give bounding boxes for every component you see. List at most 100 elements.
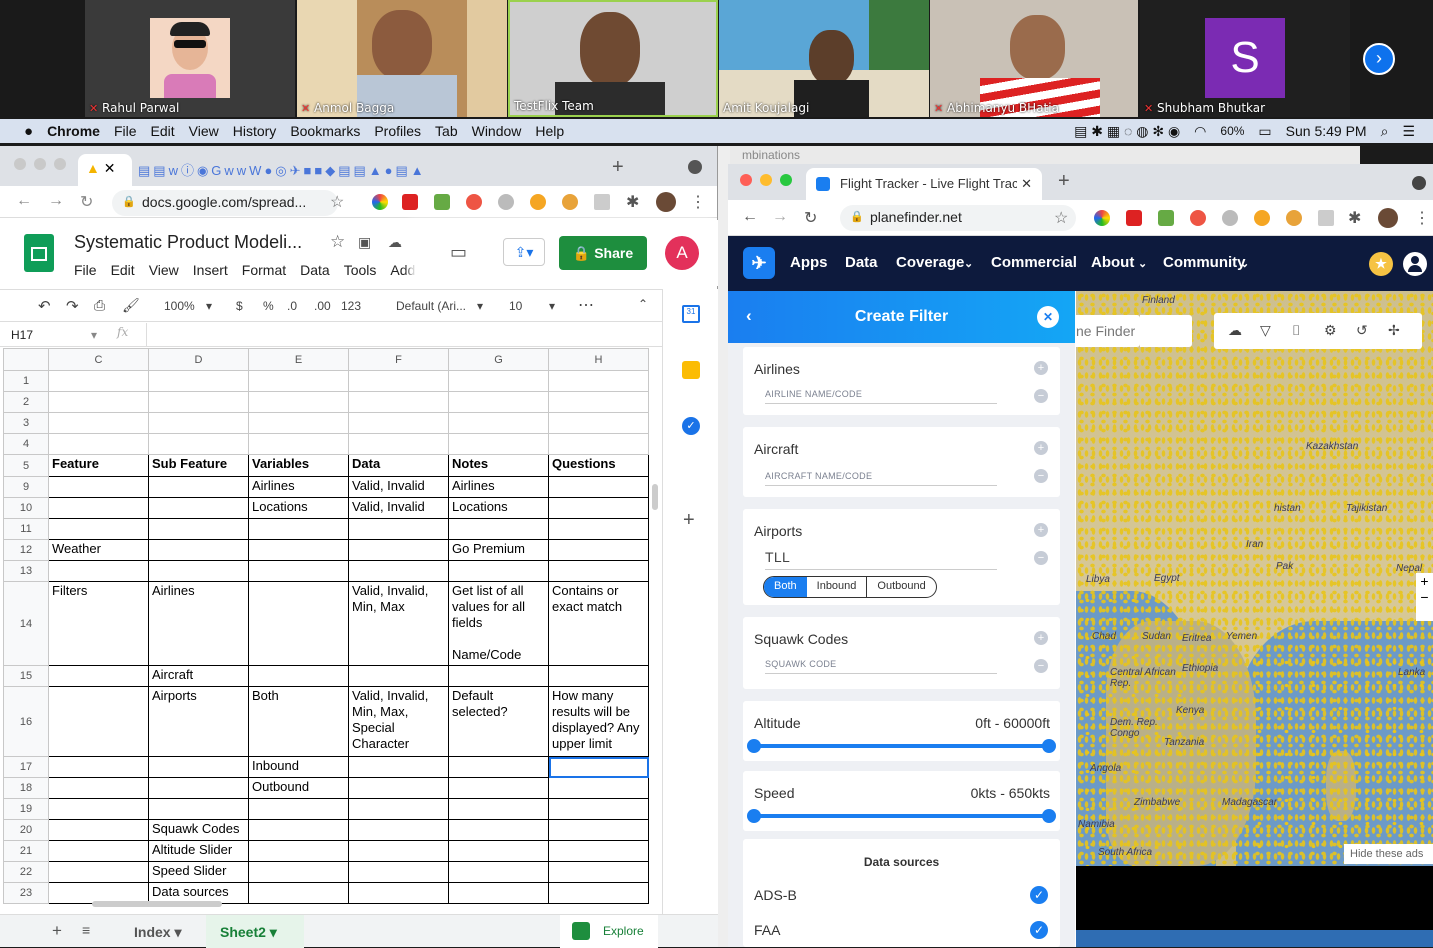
zoom-window-button[interactable] <box>54 158 66 170</box>
bookmark-star-icon[interactable]: ☆ <box>330 192 344 212</box>
grid-cell[interactable] <box>448 391 549 413</box>
participant-tile[interactable]: S ✕ Shubham Bhutkar <box>1140 0 1350 117</box>
grid-cell[interactable] <box>48 840 149 862</box>
grid-cell[interactable] <box>248 518 349 540</box>
extension-icon[interactable] <box>402 194 418 210</box>
grid-cell[interactable] <box>448 882 549 904</box>
close-window-button[interactable] <box>14 158 26 170</box>
grid-cell[interactable] <box>348 665 449 687</box>
grid-cell[interactable] <box>448 819 549 841</box>
percent-format-button[interactable]: % <box>263 299 274 313</box>
row-header[interactable]: 18 <box>3 777 49 799</box>
grid-cell[interactable] <box>148 433 249 455</box>
slider-min-handle[interactable] <box>747 739 761 753</box>
spotlight-search-icon[interactable]: ⌕ <box>1381 123 1389 140</box>
participant-tile[interactable]: ✕ Rahul Parwal <box>85 0 295 117</box>
share-button[interactable]: 🔒 Share <box>559 236 647 270</box>
map-search-input[interactable]: ne Finder⌕ <box>1076 315 1182 347</box>
grid-cell[interactable] <box>548 497 649 519</box>
bookmark-star-icon[interactable]: ☆ <box>1054 208 1068 228</box>
grid-cell[interactable] <box>448 840 549 862</box>
row-header[interactable]: 12 <box>3 539 49 561</box>
grid-cell[interactable] <box>248 861 349 883</box>
menu-edit[interactable]: Edit <box>151 123 175 139</box>
calendar-icon[interactable]: 31 <box>682 305 700 323</box>
row-header[interactable]: 17 <box>3 756 49 778</box>
history-icon[interactable]: ↺ <box>1356 322 1368 339</box>
grid-cell[interactable] <box>348 861 449 883</box>
speed-slider[interactable] <box>747 809 1056 823</box>
grid-cell[interactable] <box>48 370 149 392</box>
menu-history[interactable]: History <box>233 123 277 139</box>
minimize-window-button[interactable] <box>34 158 46 170</box>
grid-cell[interactable] <box>348 560 449 582</box>
grid-cell[interactable]: Weather <box>48 539 149 561</box>
column-header-e[interactable]: E <box>248 348 349 371</box>
extension-icon[interactable] <box>594 194 610 210</box>
row-header[interactable]: 1 <box>3 370 49 392</box>
reload-icon[interactable]: ↻ <box>804 208 817 228</box>
forward-icon[interactable]: → <box>772 208 788 226</box>
grid-cell[interactable] <box>148 539 249 561</box>
aircraft-input[interactable]: AIRCRAFT NAME/CODE <box>765 471 997 486</box>
grid-cell[interactable] <box>348 882 449 904</box>
grid-cell[interactable] <box>148 756 249 778</box>
grid-cell[interactable] <box>548 476 649 498</box>
collapse-toolbar-icon[interactable]: ⌃ <box>638 297 648 311</box>
grid-cell[interactable]: Feature <box>48 454 149 477</box>
grid-cell[interactable]: Variables <box>248 454 349 477</box>
font-select[interactable]: Default (Ari... <box>396 299 466 313</box>
menu-addons[interactable]: Add <box>390 262 415 278</box>
new-tab-button[interactable]: + <box>612 156 624 179</box>
wifi-icon[interactable]: ◠ <box>1194 123 1206 140</box>
grid-cell[interactable] <box>548 412 649 434</box>
grid-cell[interactable] <box>348 756 449 778</box>
grid-cell[interactable] <box>348 798 449 820</box>
row-header[interactable]: 14 <box>3 581 49 666</box>
redo-icon[interactable]: ↷ <box>66 297 79 315</box>
row-header[interactable]: 16 <box>3 686 49 757</box>
sheet-tab-index[interactable]: Index ▾ <box>120 915 204 948</box>
source-adsb-check-icon[interactable]: ✓ <box>1030 886 1048 904</box>
tab-active[interactable]: Flight Tracker - Live Flight Trac ✕ <box>806 168 1042 200</box>
grid-cell[interactable] <box>448 518 549 540</box>
extension-icon[interactable] <box>1190 210 1206 226</box>
grid-cell[interactable] <box>48 391 149 413</box>
grid-cell[interactable]: Valid, Invalid <box>348 476 449 498</box>
chrome-menu-icon[interactable]: ⋮ <box>1414 208 1430 228</box>
grid-cell[interactable] <box>48 560 149 582</box>
menu-profiles[interactable]: Profiles <box>374 123 421 139</box>
increase-decimal-button[interactable]: .00 <box>314 299 331 313</box>
grid-cell[interactable]: Default selected? <box>448 686 549 757</box>
back-icon[interactable]: ← <box>742 208 758 226</box>
extension-icon[interactable] <box>1094 210 1110 226</box>
menu-help[interactable]: Help <box>535 123 564 139</box>
grid-cell[interactable] <box>48 518 149 540</box>
grid-cell[interactable]: Get list of all values for all fields Na… <box>448 581 549 666</box>
control-center-icon[interactable]: ☰ <box>1402 123 1415 140</box>
extensions-puzzle-icon[interactable]: ✱ <box>626 192 639 212</box>
row-header[interactable]: 4 <box>3 433 49 455</box>
sheets-logo-icon[interactable] <box>24 234 54 272</box>
grid-cell[interactable] <box>248 798 349 820</box>
row-header[interactable]: 2 <box>3 391 49 413</box>
row-header[interactable]: 13 <box>3 560 49 582</box>
grid-cell[interactable] <box>548 777 649 799</box>
nav-about[interactable]: About <box>1091 254 1134 271</box>
grid-cell[interactable] <box>448 560 549 582</box>
grid-cell[interactable] <box>548 370 649 392</box>
direction-both[interactable]: Both <box>764 577 807 597</box>
extension-icon[interactable] <box>1222 210 1238 226</box>
airport-input[interactable]: TLL <box>765 549 997 570</box>
grid-cell[interactable] <box>548 665 649 687</box>
grid-cell[interactable] <box>248 665 349 687</box>
zoom-in-icon[interactable]: + <box>1416 573 1433 589</box>
menu-format[interactable]: Format <box>242 262 286 278</box>
grid-cell[interactable] <box>548 539 649 561</box>
slider-min-handle[interactable] <box>747 809 761 823</box>
nav-commercial[interactable]: Commercial <box>991 254 1077 271</box>
grid-cell[interactable]: Locations <box>448 497 549 519</box>
vertical-scrollbar-thumb[interactable] <box>652 484 658 510</box>
grid-cell[interactable] <box>448 861 549 883</box>
grid-cell[interactable]: Valid, Invalid, Min, Max, Special Charac… <box>348 686 449 757</box>
